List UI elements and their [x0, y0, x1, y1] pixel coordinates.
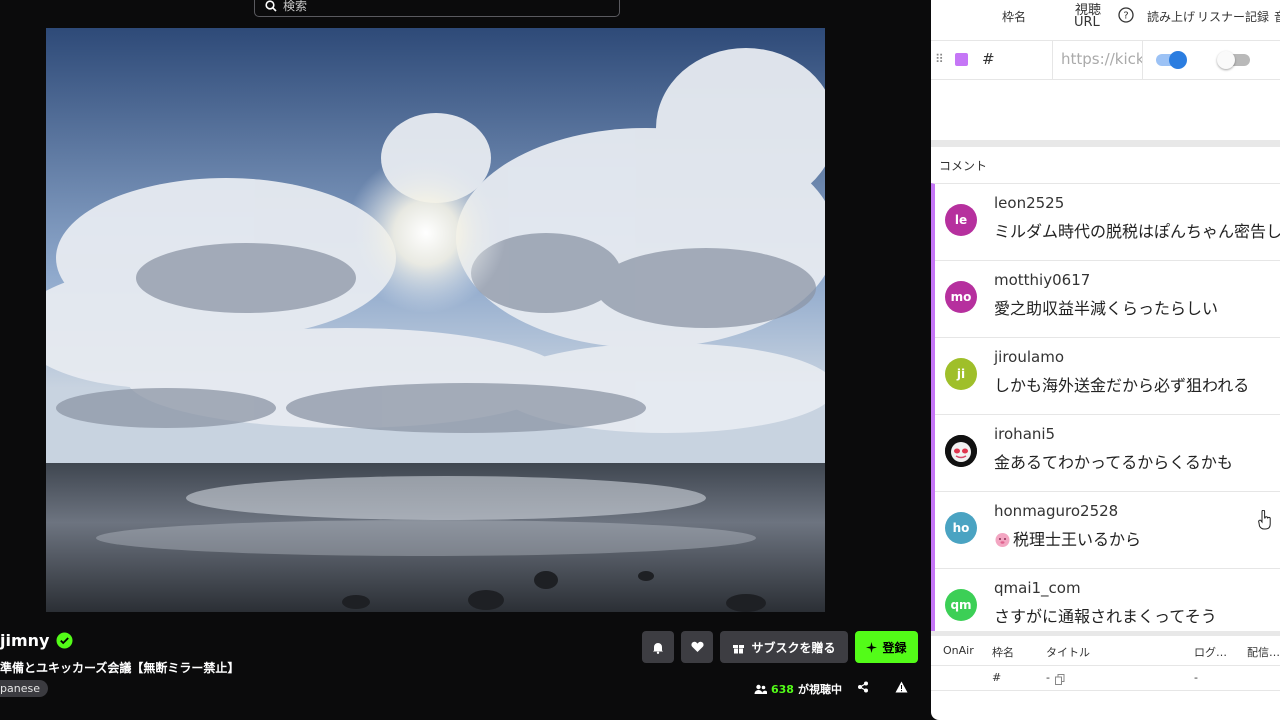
- comment-list: le leon2525 ミルダム時代の脱税はぽんちゃん密告し mo motthi…: [931, 183, 1280, 631]
- viewer-count-number: 638: [771, 682, 794, 696]
- comment-item: mo motthiy0617 愛之助収益半減くらったらしい: [935, 261, 1280, 338]
- col-frame: 枠名: [992, 646, 1014, 659]
- col-onair: OnAir: [943, 644, 974, 657]
- row-log: -: [1194, 671, 1198, 684]
- video-player[interactable]: [46, 28, 825, 612]
- view-url-field[interactable]: https://kick.com/: [1052, 40, 1143, 80]
- stream-table-header: OnAir 枠名 タイトル ログ… 配信…: [931, 640, 1280, 666]
- avatar-image: [945, 435, 977, 467]
- comment-reader-panel: 枠名 視聴 URL ? 読み上げ リスナー記録 音 ⠿ # https://ki…: [931, 0, 1280, 720]
- col-title: タイトル: [1046, 646, 1090, 659]
- viewer-count: 638 が視聴中: [754, 681, 842, 697]
- heart-icon: [690, 641, 704, 652]
- col-read-aloud: 読み上げ: [1147, 10, 1196, 24]
- comment-text: 金あるてわかってるからくるかも: [994, 453, 1233, 472]
- avatar: mo: [945, 281, 977, 313]
- notification-button[interactable]: [642, 631, 674, 663]
- toggle-knob: [1217, 51, 1235, 69]
- avatar: ji: [945, 358, 977, 390]
- col-frame-name: 枠名: [1002, 10, 1027, 24]
- comment-item: ho honmaguro2528 税理士王いるから: [935, 492, 1280, 569]
- frame-name-field[interactable]: #: [982, 50, 995, 68]
- comment-item: le leon2525 ミルダム時代の脱税はぽんちゃん密告し: [935, 184, 1280, 261]
- streamer-name-text: jimny: [0, 631, 50, 650]
- subscribe-label: 登録: [882, 640, 907, 655]
- search-input[interactable]: 検索: [254, 0, 620, 17]
- report-icon[interactable]: [895, 681, 908, 693]
- comment-username: qmai1_com: [994, 579, 1081, 597]
- share-icon[interactable]: [857, 681, 869, 693]
- comment-username: irohani5: [994, 425, 1056, 443]
- mouse-cursor-icon: [1258, 510, 1271, 530]
- col-sound: 音: [1274, 8, 1280, 25]
- verified-icon: [56, 632, 73, 649]
- copy-icon[interactable]: [1055, 674, 1065, 685]
- comment-username: honmaguro2528: [994, 502, 1119, 520]
- comment-item: ji jiroulamo しかも海外送金だから必ず狙われる: [935, 338, 1280, 415]
- stream-page: 検索 jimny 準備とユキッカーズ会議【無断ミラー禁止】 panese サブス…: [0, 0, 931, 720]
- viewer-count-suffix: が視聴中: [797, 683, 842, 696]
- col-view-url-line2: URL: [1074, 15, 1100, 30]
- svg-text:?: ?: [1123, 11, 1128, 22]
- subscribe-button[interactable]: 登録: [855, 631, 918, 663]
- drag-handle-icon[interactable]: ⠿: [935, 52, 944, 66]
- comment-item: irohani5 金あるてわかってるからくるかも: [935, 415, 1280, 492]
- video-frame: [46, 28, 825, 612]
- read-aloud-toggle[interactable]: [1156, 51, 1187, 69]
- comment-text: 愛之助収益半減くらったらしい: [994, 299, 1219, 318]
- frame-table-header: 枠名 視聴 URL ? 読み上げ リスナー記録 音: [931, 0, 1280, 40]
- comment-username: motthiy0617: [994, 271, 1091, 289]
- follow-button[interactable]: [681, 631, 713, 663]
- comment-text: 税理士王いるから: [994, 526, 1141, 550]
- comment-username: leon2525: [994, 194, 1065, 212]
- language-tag[interactable]: panese: [0, 680, 48, 697]
- bell-icon: [653, 642, 663, 654]
- comment-text: ミルダム時代の脱税はぽんちゃん密告し: [994, 222, 1280, 241]
- search-icon: [265, 0, 277, 12]
- gift-sub-button[interactable]: サブスクを贈る: [720, 631, 848, 663]
- avatar: ho: [945, 512, 977, 544]
- col-stream: 配信…: [1247, 646, 1280, 659]
- resize-divider[interactable]: [931, 631, 1280, 636]
- col-log: ログ…: [1194, 646, 1227, 659]
- gift-sub-label: サブスクを贈る: [751, 640, 836, 655]
- comment-username: jiroulamo: [994, 348, 1065, 366]
- streamer-name[interactable]: jimny: [0, 631, 73, 650]
- avatar: qm: [945, 589, 977, 621]
- resize-divider[interactable]: [931, 140, 1280, 147]
- row-frame: #: [992, 671, 1002, 684]
- stream-table-row[interactable]: # - -: [931, 667, 1280, 691]
- listener-log-toggle[interactable]: [1217, 51, 1250, 69]
- avatar: [945, 435, 977, 467]
- sparkle-icon: [866, 641, 878, 653]
- help-icon[interactable]: ?: [1118, 7, 1134, 23]
- search-placeholder: 検索: [283, 0, 308, 13]
- comment-text: さすがに通報されまくってそう: [994, 607, 1217, 626]
- row-title: -: [1046, 671, 1050, 684]
- comments-label: コメント: [939, 159, 988, 173]
- stream-title: 準備とユキッカーズ会議【無断ミラー禁止】: [0, 661, 240, 675]
- gift-icon: [733, 644, 745, 654]
- emote-icon: [995, 533, 1010, 547]
- col-listener-log: リスナー記録: [1197, 10, 1270, 24]
- comment-text-body: 税理士王いるから: [1013, 530, 1142, 549]
- comment-text: しかも海外送金だから必ず狙われる: [994, 376, 1250, 395]
- avatar: le: [945, 204, 977, 236]
- toggle-knob: [1169, 51, 1187, 69]
- frame-color-swatch[interactable]: [955, 53, 968, 66]
- viewers-icon: [754, 684, 767, 694]
